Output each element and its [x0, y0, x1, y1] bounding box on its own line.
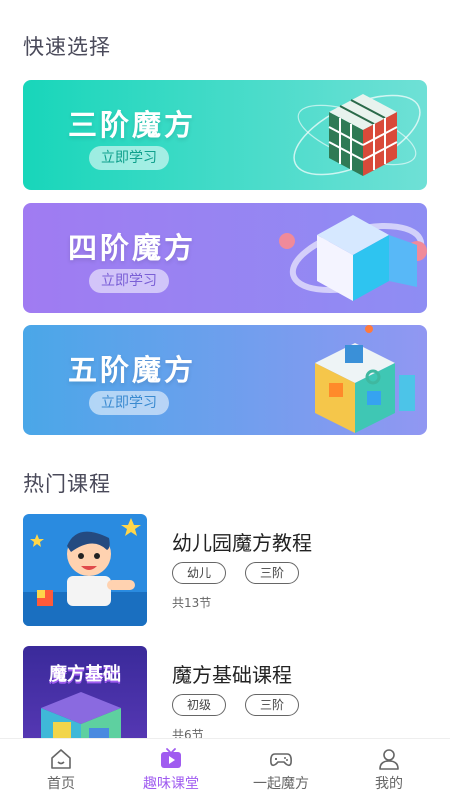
tab-label: 我的 — [375, 776, 403, 792]
tab-cube-together[interactable]: 一起魔方 — [225, 739, 337, 800]
learn-now-button[interactable]: 立即学习 — [89, 269, 169, 293]
course-tag: 初级 — [172, 694, 226, 716]
tab-label: 趣味课堂 — [143, 776, 199, 792]
home-icon — [51, 749, 71, 769]
banner-title: 四阶魔方 — [68, 231, 197, 265]
learn-now-button[interactable]: 立即学习 — [89, 391, 169, 415]
course-title: 幼儿园魔方教程 — [172, 531, 312, 555]
course-thumbnail — [23, 514, 147, 626]
course-title: 魔方基础课程 — [172, 663, 292, 687]
learn-now-button[interactable]: 立即学习 — [89, 146, 169, 170]
banner-5x5-cube[interactable]: 五阶魔方 立即学习 — [23, 325, 427, 435]
tab-home[interactable]: 首页 — [5, 739, 117, 800]
banner-3x3-cube[interactable]: 三阶魔方 立即学习 — [23, 80, 427, 190]
quick-select-heading: 快速选择 — [23, 35, 111, 59]
course-tag: 幼儿 — [172, 562, 226, 584]
person-icon — [379, 749, 399, 770]
tab-fun-class[interactable]: 趣味课堂 — [115, 739, 227, 800]
cube-4x4-illustration — [279, 215, 427, 301]
tab-label: 一起魔方 — [253, 776, 309, 792]
lesson-count: 共13节 — [172, 596, 212, 610]
banner-4x4-cube[interactable]: 四阶魔方 立即学习 — [23, 203, 427, 313]
gamepad-icon — [270, 753, 292, 767]
tab-profile[interactable]: 我的 — [333, 739, 445, 800]
cube-3x3-illustration — [293, 94, 421, 176]
banner-title: 三阶魔方 — [68, 108, 197, 142]
bottom-tab-bar: 首页 趣味课堂 一起魔方 我的 — [0, 738, 450, 800]
hot-courses-heading: 热门课程 — [23, 472, 111, 496]
course-item[interactable]: 幼儿园魔方教程 幼儿 三阶 共13节 — [23, 514, 427, 626]
banner-title: 五阶魔方 — [68, 353, 197, 387]
tv-play-icon — [161, 748, 181, 768]
thumbnail-caption: 魔方基础 — [49, 664, 121, 685]
course-tag: 三阶 — [245, 562, 299, 584]
course-tag: 三阶 — [245, 694, 299, 716]
tab-label: 首页 — [47, 776, 75, 792]
cube-5x5-illustration — [315, 325, 415, 433]
